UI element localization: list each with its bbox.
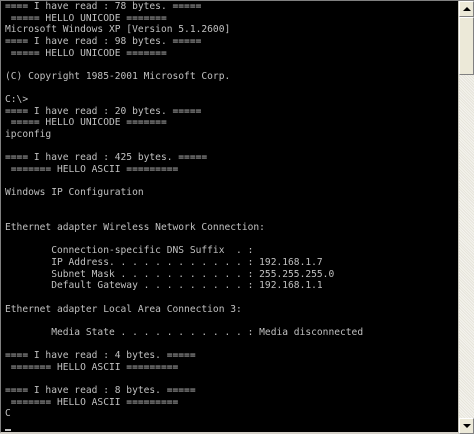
console-line: Microsoft Windows XP [Version 5.1.2600]	[5, 24, 231, 36]
console-line: ======= HELLO ASCII =========	[5, 361, 179, 373]
console-line: IP Address. . . . . . . . . . . . : 192.…	[5, 257, 323, 269]
arrow-down-icon	[462, 424, 471, 428]
console-line: Windows IP Configuration	[5, 187, 144, 199]
vertical-scrollbar[interactable]	[458, 1, 474, 434]
console-line: ======= HELLO ASCII =========	[5, 396, 179, 408]
console-line: ==== I have read : 4 bytes. =====	[5, 350, 196, 362]
console-line: ==== I have read : 425 bytes. =====	[5, 152, 208, 164]
console-line: ======= HELLO ASCII =========	[5, 163, 179, 175]
arrow-up-icon	[462, 7, 471, 11]
console-line: Ethernet adapter Local Area Connection 3…	[5, 303, 242, 315]
console-line: ===== HELLO UNICODE =======	[5, 12, 167, 24]
console-line: ==== I have read : 78 bytes. =====	[5, 1, 202, 12]
console-line: Subnet Mask . . . . . . . . . . . : 255.…	[5, 268, 335, 280]
console-line: ipconfig	[5, 129, 52, 141]
scroll-thumb[interactable]	[459, 17, 474, 75]
console-line: Media State . . . . . . . . . . . : Medi…	[5, 326, 364, 338]
console-line: ==== I have read : 8 bytes. =====	[5, 385, 196, 397]
scroll-up-button[interactable]	[459, 1, 474, 17]
cursor-line	[5, 420, 455, 432]
console-line: Ethernet adapter Wireless Network Connec…	[5, 222, 265, 234]
text-cursor	[5, 428, 11, 431]
console-line: Default Gateway . . . . . . . . . : 192.…	[5, 280, 323, 292]
console-line: ===== HELLO UNICODE =======	[5, 47, 167, 59]
console-line: (C) Copyright 1985-2001 Microsoft Corp.	[5, 70, 231, 82]
console-line: ==== I have read : 20 bytes. =====	[5, 105, 202, 117]
console-line: C	[5, 408, 11, 420]
console-line: C:\>	[5, 94, 29, 106]
console-line: ===== HELLO UNICODE =======	[5, 117, 167, 129]
scroll-down-button[interactable]	[459, 418, 474, 434]
console-line: ==== I have read : 98 bytes. =====	[5, 35, 202, 47]
console-line: Connection-specific DNS Suffix . :	[5, 245, 254, 257]
console-window[interactable]: ==== I have read : 78 bytes. ===== =====…	[0, 0, 474, 434]
console-output[interactable]: ==== I have read : 78 bytes. ===== =====…	[5, 1, 455, 434]
